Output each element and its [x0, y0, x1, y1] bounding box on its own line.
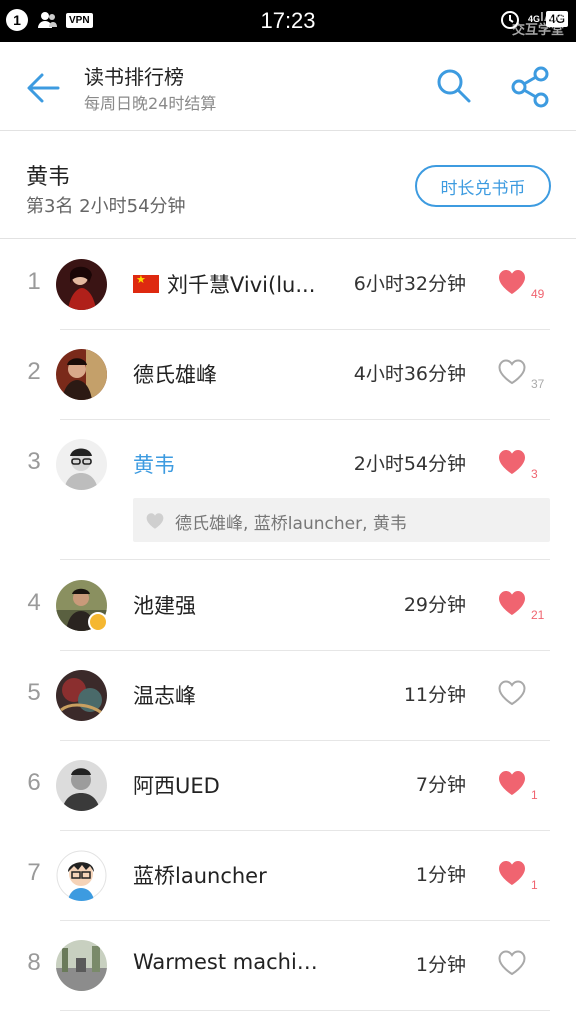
like-count: 1	[531, 878, 538, 892]
user-name[interactable]: 蓝桥launcher	[133, 860, 267, 890]
heart-filled-icon[interactable]	[497, 769, 527, 797]
heart-small-icon	[146, 513, 164, 529]
reading-time: 4小时36分钟	[353, 363, 466, 385]
likers-names: 德氏雄峰, 蓝桥launcher, 黄韦	[175, 514, 407, 534]
ranking-row-7[interactable]: 7 蓝桥launcher 1分钟 1	[0, 831, 576, 921]
ranking-row-8[interactable]: 8 Warmest machine 1分钟	[0, 921, 576, 1011]
rank-number: 1	[27, 268, 41, 295]
user-name[interactable]: Warmest machine	[133, 950, 323, 974]
china-flag-icon	[133, 273, 159, 293]
my-rank-section: 黄韦 第3名 2小时54分钟 时长兑书币	[0, 131, 576, 239]
ranking-row-6[interactable]: 6 阿西UED 7分钟 1	[0, 741, 576, 831]
reading-time: 1分钟	[415, 864, 466, 886]
rank-number: 5	[27, 679, 41, 706]
heart-filled-icon[interactable]	[497, 448, 527, 476]
user-name[interactable]: 池建强	[133, 590, 196, 620]
avatar[interactable]	[56, 349, 107, 400]
user-name[interactable]: 德氏雄峰	[133, 359, 217, 389]
avatar[interactable]	[56, 940, 107, 991]
heart-outline-icon[interactable]	[497, 679, 527, 707]
like-count: 37	[531, 377, 545, 391]
rank-number: 3	[27, 448, 41, 475]
user-name-text: 刘千慧Vivi(lu...	[167, 273, 316, 297]
heart-filled-icon[interactable]	[497, 589, 527, 617]
ranking-row-2[interactable]: 2 德氏雄峰 4小时36分钟 37	[0, 330, 576, 420]
reading-time: 2小时54分钟	[353, 453, 466, 475]
rank-number: 8	[27, 949, 41, 976]
ranking-row-5[interactable]: 5 温志峰 11分钟	[0, 651, 576, 741]
likers-bar[interactable]: 德氏雄峰, 蓝桥launcher, 黄韦	[133, 498, 550, 542]
like-count: 49	[531, 287, 545, 301]
avatar[interactable]	[56, 850, 107, 901]
avatar[interactable]	[56, 760, 107, 811]
user-name[interactable]: 阿西UED	[133, 770, 220, 800]
ranking-row-4[interactable]: 4 池建强 29分钟 21	[0, 561, 576, 651]
rank-number: 6	[27, 769, 41, 796]
heart-outline-icon[interactable]	[497, 358, 527, 386]
reading-time: 29分钟	[403, 594, 466, 616]
rank-number: 7	[27, 859, 41, 886]
app-header: 读书排行榜 每周日晚24时结算	[0, 42, 576, 131]
divider	[60, 1010, 550, 1011]
reading-time: 11分钟	[403, 684, 466, 706]
exchange-coins-button[interactable]: 时长兑书币	[415, 165, 551, 207]
status-bar: 1 VPN 17:23 4G 4G IAM 交互学堂	[0, 0, 576, 42]
verified-badge-icon	[88, 612, 108, 632]
rank-number: 4	[27, 589, 41, 616]
like-count: 3	[531, 467, 538, 481]
reading-time: 6小时32分钟	[353, 273, 466, 295]
my-rank-text: 第3名 2小时54分钟	[26, 196, 186, 217]
like-count: 21	[531, 608, 545, 622]
share-icon[interactable]	[508, 64, 554, 110]
heart-filled-icon[interactable]	[497, 268, 527, 296]
watermark: IAM 交互学堂	[512, 10, 564, 36]
reading-time: 7分钟	[415, 774, 466, 796]
user-name[interactable]: 温志峰	[133, 680, 196, 710]
user-name[interactable]: 黄韦	[133, 449, 175, 479]
divider	[60, 559, 550, 560]
rank-number: 2	[27, 358, 41, 385]
search-icon[interactable]	[432, 64, 476, 108]
watermark-bottom: 交互学堂	[511, 22, 564, 37]
avatar[interactable]	[56, 439, 107, 490]
clock: 17:23	[260, 8, 316, 33]
back-arrow-icon[interactable]	[22, 66, 66, 110]
my-name: 黄韦	[26, 165, 71, 190]
avatar[interactable]	[56, 259, 107, 310]
page-title: 读书排行榜	[84, 65, 184, 89]
reading-time: 1分钟	[415, 954, 466, 976]
like-count: 1	[531, 788, 538, 802]
page-subtitle: 每周日晚24时结算	[84, 94, 217, 113]
ranking-row-1[interactable]: 1 刘千慧Vivi(lu... 6小时32分钟 49	[0, 240, 576, 330]
user-name[interactable]: 刘千慧Vivi(lu...	[133, 269, 315, 299]
heart-filled-icon[interactable]	[497, 859, 527, 887]
heart-outline-icon[interactable]	[497, 949, 527, 977]
avatar[interactable]	[56, 670, 107, 721]
